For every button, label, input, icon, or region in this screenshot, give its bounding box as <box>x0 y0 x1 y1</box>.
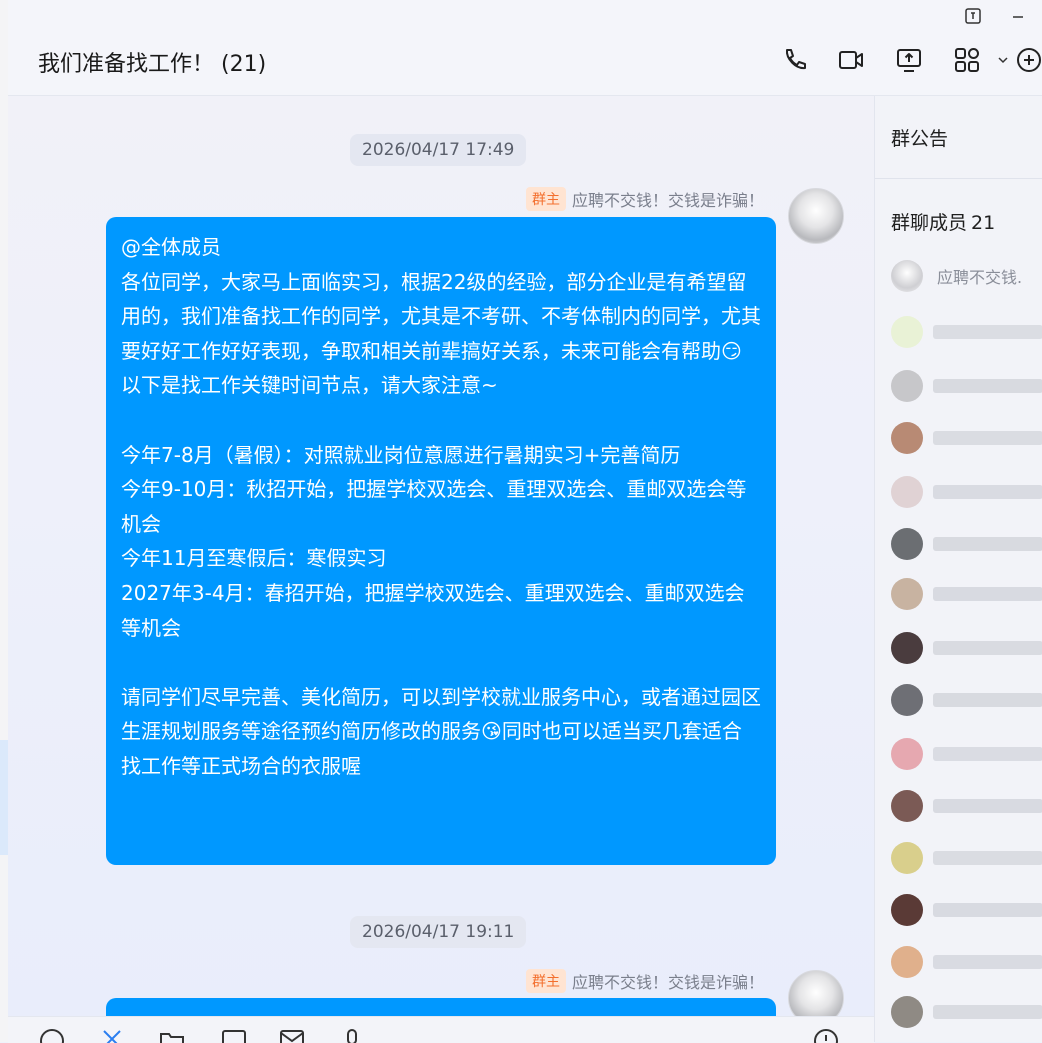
microphone-icon[interactable] <box>338 1027 368 1043</box>
member-item[interactable] <box>891 994 1042 1030</box>
blurred-name <box>933 325 1042 339</box>
sender-row: 群主 应聘不交钱！交钱是诈骗！ <box>525 186 764 212</box>
member-item[interactable] <box>891 892 1042 928</box>
image-icon[interactable] <box>220 1027 250 1043</box>
member-item[interactable] <box>891 576 1042 612</box>
member-item[interactable] <box>891 420 1042 456</box>
avatar <box>891 528 923 560</box>
member-item[interactable] <box>891 736 1042 772</box>
history-clock-icon[interactable] <box>812 1027 842 1043</box>
avatar <box>891 842 923 874</box>
group-info-panel: 群公告 群聊成员 21 应聘不交钱. <box>874 96 1042 1042</box>
avatar[interactable] <box>788 970 844 1016</box>
group-announcement-link[interactable]: 群公告 <box>891 124 948 151</box>
owner-badge: 群主 <box>525 969 566 993</box>
blurred-name <box>933 379 1042 393</box>
avatar <box>891 790 923 822</box>
avatar <box>891 316 923 348</box>
member-item[interactable] <box>891 840 1042 876</box>
timestamp: 2026/04/17 19:11 <box>350 916 527 948</box>
member-item[interactable] <box>891 788 1042 824</box>
avatar <box>891 684 923 716</box>
avatar <box>891 476 923 508</box>
blurred-name <box>933 693 1042 707</box>
owner-badge: 群主 <box>525 187 566 211</box>
selected-conversation-highlight <box>0 740 8 855</box>
divider <box>875 178 1042 179</box>
members-title[interactable]: 群聊成员 21 <box>891 208 995 235</box>
members-count: 21 <box>971 212 996 234</box>
avatar <box>891 946 923 978</box>
blurred-name <box>933 955 1042 969</box>
chat-window: 我们准备找工作！ (21) 2026/04/17 17:49 群主 应聘不交钱！… <box>0 0 1042 1043</box>
avatar[interactable] <box>788 188 844 244</box>
blurred-name <box>933 587 1042 601</box>
avatar <box>891 370 923 402</box>
video-camera-icon[interactable] <box>836 45 868 77</box>
mail-icon[interactable] <box>278 1027 308 1043</box>
blurred-name <box>933 537 1042 551</box>
chat-header: 我们准备找工作！ (21) <box>8 0 1042 96</box>
avatar <box>891 632 923 664</box>
blurred-name <box>933 747 1042 761</box>
avatar <box>891 260 923 292</box>
blurred-name <box>933 903 1042 917</box>
member-name: 应聘不交钱. <box>937 268 1023 287</box>
apps-grid-icon[interactable] <box>952 45 984 77</box>
member-item[interactable]: 应聘不交钱. <box>891 258 1042 294</box>
chevron-down-icon[interactable] <box>988 45 1008 77</box>
sender-name[interactable]: 应聘不交钱！交钱是诈骗！ <box>572 969 764 993</box>
avatar <box>891 578 923 610</box>
timestamp: 2026/04/17 17:49 <box>350 134 527 166</box>
avatar <box>891 738 923 770</box>
blurred-name <box>933 851 1042 865</box>
add-circle-icon[interactable] <box>1014 45 1042 77</box>
avatar <box>891 894 923 926</box>
blurred-name <box>933 431 1042 445</box>
blurred-name <box>933 1005 1042 1019</box>
chat-title: 我们准备找工作！ (21) <box>38 52 267 77</box>
members-label: 群聊成员 <box>891 212 968 234</box>
folder-icon[interactable] <box>158 1027 188 1043</box>
pin-window-icon[interactable] <box>963 6 985 28</box>
blurred-name <box>933 641 1042 655</box>
member-item[interactable] <box>891 368 1042 404</box>
member-item[interactable] <box>891 630 1042 666</box>
message-bubble[interactable] <box>106 998 776 1016</box>
member-item[interactable] <box>891 474 1042 510</box>
screen-share-icon[interactable] <box>894 45 926 77</box>
sender-row: 群主 应聘不交钱！交钱是诈骗！ <box>525 968 764 994</box>
message-bubble[interactable]: @全体成员 各位同学，大家马上面临实习，根据22级的经验，部分企业是有希望留用的… <box>106 217 776 865</box>
blurred-name <box>933 799 1042 813</box>
emoji-icon[interactable] <box>38 1027 68 1043</box>
member-item[interactable] <box>891 314 1042 350</box>
member-item[interactable] <box>891 526 1042 562</box>
member-item[interactable] <box>891 682 1042 718</box>
scissors-icon[interactable] <box>98 1027 128 1043</box>
member-item[interactable] <box>891 944 1042 980</box>
avatar <box>891 996 923 1028</box>
blurred-name <box>933 485 1042 499</box>
phone-icon[interactable] <box>780 45 812 77</box>
sender-name[interactable]: 应聘不交钱！交钱是诈骗！ <box>572 187 764 211</box>
minimize-icon[interactable] <box>1008 6 1030 28</box>
input-toolbar <box>8 1016 874 1043</box>
message-list[interactable]: 2026/04/17 17:49 群主 应聘不交钱！交钱是诈骗！ @全体成员 各… <box>8 96 874 1016</box>
avatar <box>891 422 923 454</box>
